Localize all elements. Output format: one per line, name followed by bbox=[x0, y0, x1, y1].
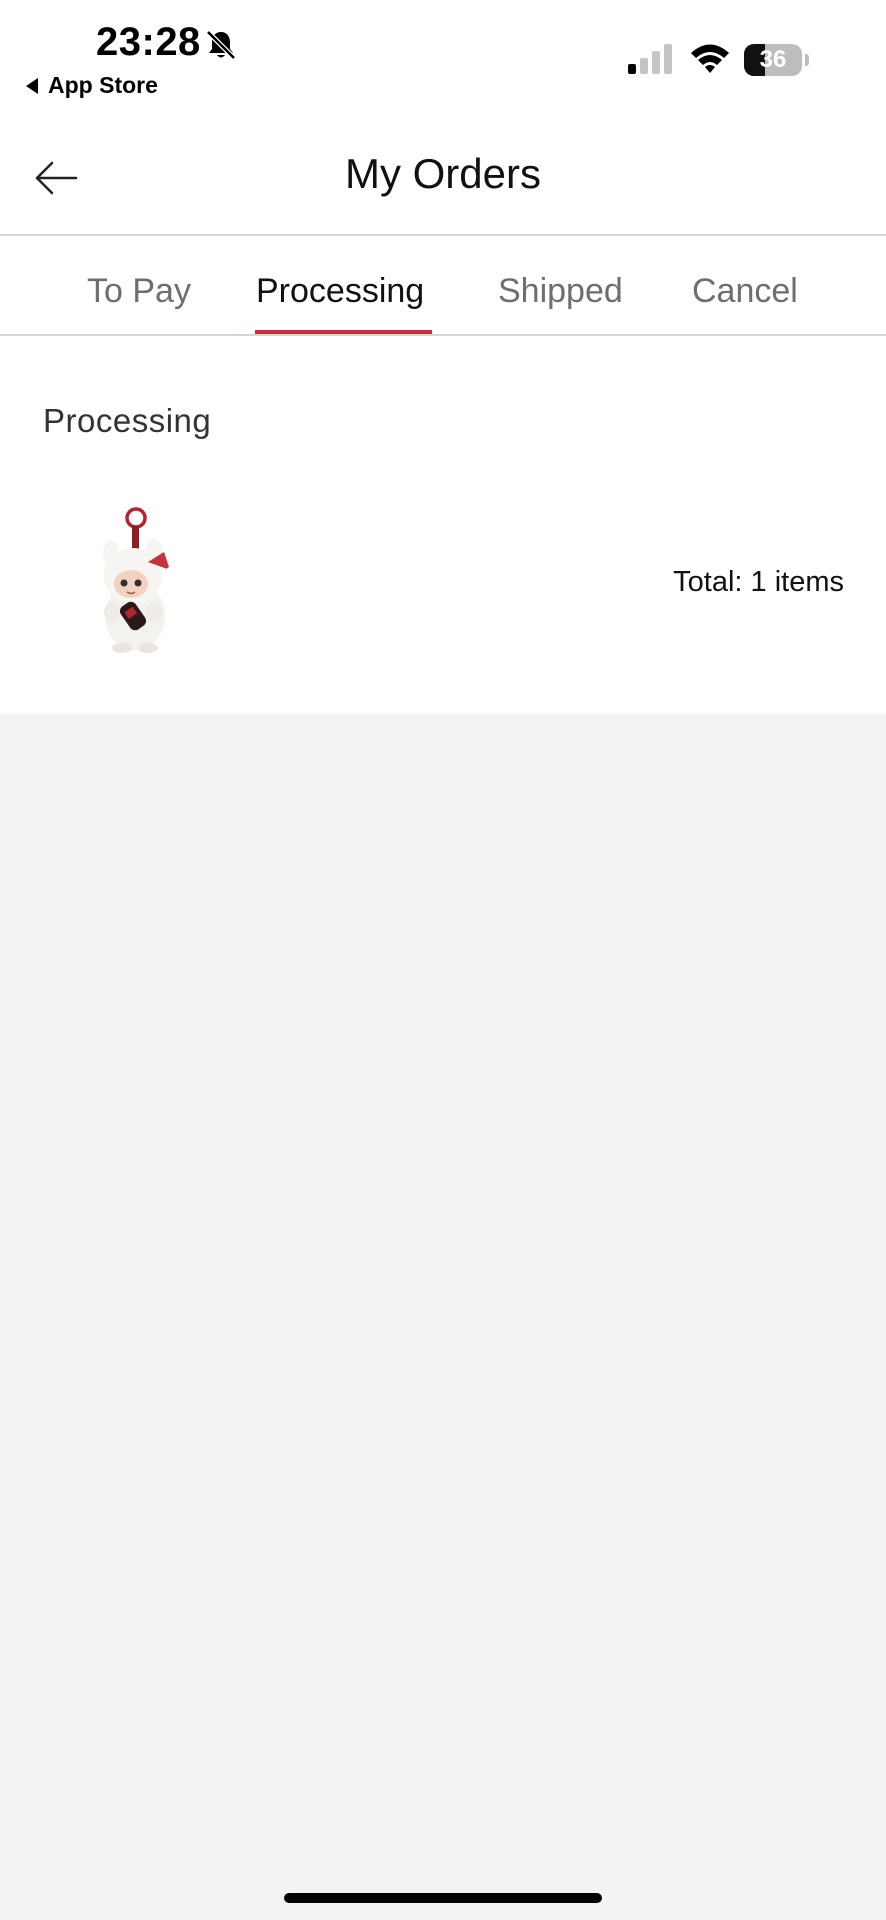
order-total: Total: 1 items bbox=[673, 566, 844, 598]
tab-shipped[interactable]: Shipped bbox=[498, 272, 623, 311]
tab-to-pay[interactable]: To Pay bbox=[87, 272, 191, 311]
back-triangle-icon bbox=[26, 77, 38, 94]
back-to-app-store[interactable]: App Store bbox=[26, 72, 158, 99]
bell-muted-icon bbox=[206, 30, 236, 60]
order-tabs: To Pay Processing Shipped Cancel bbox=[0, 236, 886, 335]
battery-nub bbox=[805, 54, 809, 66]
home-indicator bbox=[284, 1893, 602, 1903]
back-app-label: App Store bbox=[48, 72, 158, 98]
tab-cancel[interactable]: Cancel bbox=[692, 272, 798, 311]
order-card[interactable]: Processing Total: 1 items bbox=[0, 356, 886, 714]
status-time: 23:28 bbox=[96, 20, 201, 64]
tab-processing[interactable]: Processing bbox=[256, 272, 424, 311]
tabs-divider bbox=[0, 334, 886, 336]
cellular-signal-icon bbox=[628, 44, 672, 74]
product-thumbnail[interactable] bbox=[90, 504, 180, 654]
battery-indicator: 36 bbox=[744, 44, 810, 76]
wifi-icon bbox=[691, 44, 729, 73]
page-title: My Orders bbox=[344, 150, 541, 197]
battery-body: 36 bbox=[744, 44, 802, 76]
order-status: Processing bbox=[43, 402, 212, 439]
battery-percent: 36 bbox=[759, 46, 787, 73]
